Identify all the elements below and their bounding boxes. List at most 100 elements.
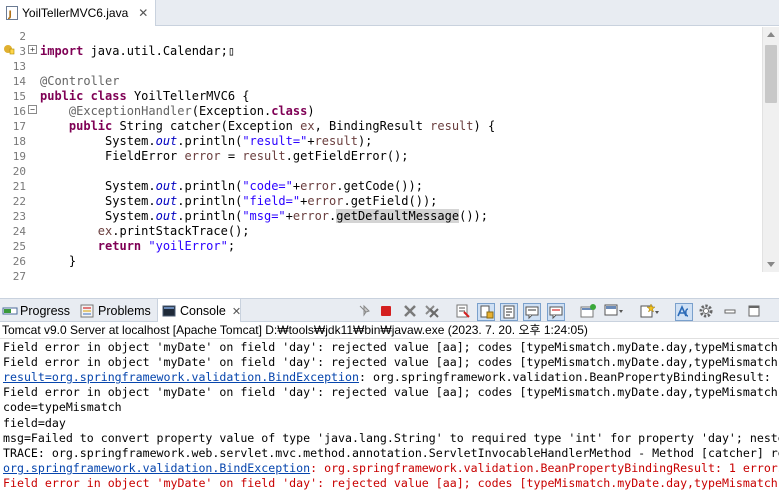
code-token: public <box>68 119 120 133</box>
console-link[interactable]: org.springframework.validation.BindExcep… <box>3 461 310 475</box>
code-token: result <box>314 134 358 148</box>
code-token: ▯ <box>227 44 236 58</box>
progress-icon <box>2 304 18 318</box>
code-line[interactable]: @Controller <box>40 74 119 89</box>
code-token: error <box>307 194 344 208</box>
console-process-title: Tomcat v9.0 Server at localhost [Apache … <box>0 322 779 339</box>
console-output[interactable]: Field error in object 'myDate' on field … <box>0 339 779 498</box>
tab-progress[interactable]: Progress <box>2 299 74 322</box>
maximize-icon[interactable] <box>746 303 762 319</box>
code-token: , BindingResult <box>314 119 431 133</box>
line-number: 17 <box>12 120 26 133</box>
code-token: } <box>40 254 77 268</box>
code-line[interactable]: System.out.println("msg="+error.getDefau… <box>40 209 488 224</box>
remove-launch-icon[interactable] <box>402 303 418 319</box>
terminate-icon[interactable] <box>378 303 394 319</box>
code-line[interactable]: System.out.println("result="+result); <box>40 134 372 149</box>
code-token: ) <box>307 104 315 118</box>
new-console-icon[interactable] <box>640 303 659 319</box>
line-number: 20 <box>12 165 26 178</box>
tab-progress-label: Progress <box>20 303 71 318</box>
editor-tab-yoiltellermvc6[interactable]: J YoilTellerMVC6.java ✕ <box>0 0 156 26</box>
code-token: ; <box>227 239 236 253</box>
code-token: public <box>40 89 91 103</box>
show-stdout-icon[interactable] <box>523 303 541 321</box>
code-token: YoilTellerMVC6 { <box>133 89 250 103</box>
open-console-icon[interactable] <box>580 303 596 319</box>
code-line[interactable]: return "yoilError"; <box>40 239 235 254</box>
clear-console-icon[interactable] <box>455 303 471 319</box>
code-token: ); <box>357 134 373 148</box>
pin-icon[interactable] <box>356 303 372 319</box>
display-console-icon[interactable] <box>604 303 623 319</box>
line-number: 27 <box>12 270 26 283</box>
code-token: return <box>97 239 149 253</box>
console-line: result=org.springframework.validation.Bi… <box>3 370 779 385</box>
code-editor[interactable]: + − 2 3 13 14 15 16 17 18 19 20 21 22 23 24 25 26 27 imp… <box>0 27 779 283</box>
close-icon[interactable]: ✕ <box>232 305 241 318</box>
code-token: .getCode()); <box>336 179 423 193</box>
close-icon[interactable]: ✕ <box>138 6 148 20</box>
code-line[interactable]: import java.util.Calendar;▯ <box>40 44 235 59</box>
code-line[interactable]: ex.printStackTrace(); <box>40 224 250 239</box>
remove-all-icon[interactable] <box>424 303 440 319</box>
code-token: .println( <box>177 179 243 193</box>
tab-console[interactable]: Console ✕ <box>157 299 241 323</box>
toggle-icon[interactable] <box>675 303 693 321</box>
console-icon <box>162 304 176 318</box>
code-token: ()); <box>459 209 488 223</box>
settings-icon[interactable] <box>698 303 714 319</box>
code-line[interactable]: public class YoilTellerMVC6 { <box>40 89 250 104</box>
code-token: @ExceptionHandler <box>40 104 192 118</box>
code-token: error <box>184 149 221 163</box>
code-token: "code=" <box>242 179 293 193</box>
code-token: error <box>292 209 330 223</box>
code-token: result <box>242 149 286 163</box>
show-stderr-icon[interactable] <box>547 303 565 321</box>
code-token: System. <box>40 209 156 223</box>
code-token: (Exception. <box>191 104 272 118</box>
code-line[interactable]: System.out.println("code="+error.getCode… <box>40 179 423 194</box>
console-line: Field error in object 'myDate' on field … <box>3 355 779 370</box>
code-token: @Controller <box>40 74 120 88</box>
code-token: class <box>271 104 308 118</box>
code-token: .printStackTrace(); <box>112 224 250 238</box>
code-token: System. <box>40 179 156 193</box>
console-line: TRACE: org.springframework.web.servlet.m… <box>3 445 779 460</box>
console-line: Field error in object 'myDate' on field … <box>3 340 779 354</box>
line-number: 24 <box>12 225 26 238</box>
console-line: msg=Failed to convert property value of … <box>3 430 779 445</box>
code-token: .println( <box>177 209 243 223</box>
code-line[interactable]: public String catcher(Exception ex, Bind… <box>40 119 495 134</box>
code-line[interactable]: FieldError error = result.getFieldError(… <box>40 149 409 164</box>
editor-vertical-scrollbar[interactable] <box>762 27 779 272</box>
scroll-thumb[interactable] <box>765 45 777 103</box>
scroll-lock-icon[interactable] <box>477 303 495 321</box>
code-line[interactable]: System.out.println("field="+error.getFie… <box>40 194 437 209</box>
scroll-down-icon[interactable] <box>767 262 775 267</box>
minimize-icon[interactable] <box>722 303 738 319</box>
code-token: import <box>40 44 91 58</box>
console-panel-tabbar: Progress Problems Console ✕ <box>0 298 779 323</box>
code-line[interactable]: @ExceptionHandler(Exception.class) <box>40 104 315 119</box>
code-token: getDefaultMessage <box>336 209 460 223</box>
code-token: out <box>155 179 178 193</box>
code-line[interactable]: } <box>40 254 76 269</box>
word-wrap-icon[interactable] <box>500 303 518 321</box>
line-number: 19 <box>12 150 26 163</box>
scroll-up-icon[interactable] <box>767 32 775 37</box>
console-link[interactable]: result=org.springframework.validation.Bi… <box>3 370 359 384</box>
code-area[interactable]: import java.util.Calendar;▯ @Controller pu… <box>38 27 762 272</box>
code-token: = <box>220 149 243 163</box>
console-line: Field error in object 'myDate' on field … <box>3 475 779 490</box>
code-token: out <box>155 134 178 148</box>
fold-collapse-icon[interactable]: − <box>28 105 37 114</box>
code-token: ex <box>97 224 113 238</box>
tab-problems[interactable]: Problems <box>80 299 154 322</box>
console-line: org.springframework.validation.BindExcep… <box>3 461 779 476</box>
code-token: .getFieldError(); <box>285 149 409 163</box>
line-number: 18 <box>12 135 26 148</box>
fold-expand-icon[interactable]: + <box>28 45 37 54</box>
